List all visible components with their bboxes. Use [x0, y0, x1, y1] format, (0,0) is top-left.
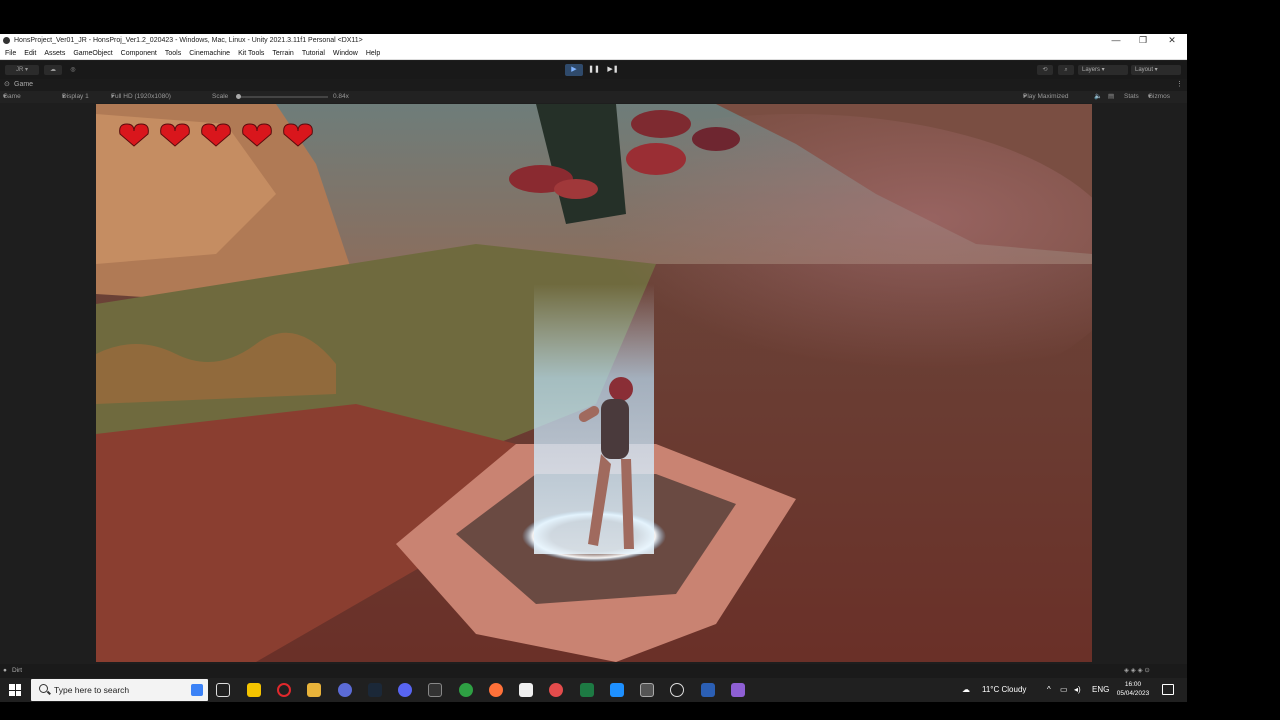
excel-icon[interactable]	[580, 683, 594, 697]
status-text: Dirt	[12, 667, 23, 674]
search-highlight-icon	[191, 684, 203, 696]
taskbar-clock[interactable]: 16:00 05/04/2023	[1113, 680, 1153, 698]
more-menu-icon[interactable]: ⋮	[1176, 79, 1183, 91]
windows-start-icon[interactable]	[9, 684, 21, 696]
unity-editor-window: HonsProject_Ver01_JR - HonsProj_Ver1.2_0…	[0, 34, 1187, 678]
play-maximized-label: Play Maximized	[1023, 93, 1069, 100]
window-title: HonsProject_Ver01_JR - HonsProj_Ver1.2_0…	[14, 37, 363, 44]
windows-taskbar: Type here to search ☁ 11°C Cloudy ^ ▭ ◂)…	[0, 678, 1187, 702]
audio-icon[interactable]: 🔈	[1094, 91, 1102, 103]
weather-text[interactable]: 11°C Cloudy	[982, 678, 1026, 702]
cloud-weather-icon: ☁	[962, 685, 970, 694]
cloud-icon[interactable]: ☁	[44, 65, 62, 75]
scale-slider-handle[interactable]	[236, 94, 241, 99]
menu-edit[interactable]: Edit	[24, 47, 36, 59]
menu-bar: File Edit Assets GameObject Component To…	[0, 47, 1187, 60]
info-icon: ●	[3, 667, 7, 674]
menu-window[interactable]: Window	[333, 47, 358, 59]
stats-icon[interactable]: ▤	[1108, 91, 1114, 103]
mode-dropdown[interactable]: Game ▾	[3, 91, 21, 103]
epic-games-icon[interactable]	[428, 683, 442, 697]
scale-value: 0.84x	[333, 93, 349, 100]
mode-label: Game	[3, 93, 21, 100]
app-icon-2[interactable]	[459, 683, 473, 697]
gamepad-icon: ⊙	[4, 81, 10, 88]
steam-icon[interactable]	[368, 683, 382, 697]
play-maximized-dropdown[interactable]: Play Maximized ▾	[1023, 91, 1069, 103]
minimize-button[interactable]: —	[1104, 34, 1128, 47]
app-icon-3[interactable]	[519, 683, 533, 697]
account-dropdown[interactable]: JR ▾	[5, 65, 39, 75]
screen: HonsProject_Ver01_JR - HonsProj_Ver1.2_0…	[0, 0, 1280, 720]
menu-tools[interactable]: Tools	[165, 47, 181, 59]
game-viewport[interactable]	[96, 104, 1092, 662]
firefox-icon[interactable]	[489, 683, 503, 697]
clock-time: 16:00	[1124, 681, 1142, 688]
layers-dropdown[interactable]: Layers ▾	[1078, 65, 1128, 75]
sticky-notes-icon[interactable]	[247, 683, 261, 697]
taskbar-search-box[interactable]: Type here to search	[31, 679, 208, 701]
discord-icon[interactable]	[398, 683, 412, 697]
menu-help[interactable]: Help	[366, 47, 380, 59]
gizmos-dropdown[interactable]: Gizmos ▾	[1148, 91, 1170, 103]
menu-kit-tools[interactable]: Kit Tools	[238, 47, 264, 59]
chevron-up-icon[interactable]: ^	[1047, 678, 1051, 702]
gizmos-label: Gizmos	[1148, 93, 1171, 100]
resolution-dropdown[interactable]: Full HD (1920x1080) ▾	[111, 91, 171, 103]
file-explorer-icon[interactable]	[307, 683, 321, 697]
menu-gameobject[interactable]: GameObject	[73, 47, 112, 59]
pause-button[interactable]: ❚❚	[585, 64, 603, 76]
display-label: Display 1	[62, 93, 89, 100]
volume-icon[interactable]: ◂)	[1074, 678, 1081, 702]
menu-terrain[interactable]: Terrain	[272, 47, 293, 59]
notifications-icon[interactable]	[1162, 684, 1174, 695]
display-dropdown[interactable]: Display 1 ▾	[62, 91, 89, 103]
resolution-label: Full HD (1920x1080)	[111, 93, 171, 100]
play-button[interactable]: ▶	[565, 64, 583, 76]
close-button[interactable]: ✕	[1160, 34, 1184, 47]
unity-logo-icon	[3, 37, 10, 44]
clock-date: 05/04/2023	[1116, 690, 1150, 697]
collab-icon[interactable]: ◎	[66, 65, 80, 75]
menu-cinemachine[interactable]: Cinemachine	[189, 47, 230, 59]
network-icon[interactable]: ▭	[1060, 678, 1068, 702]
unity-icon[interactable]	[670, 683, 684, 697]
app-icon-5[interactable]	[610, 683, 624, 697]
tab-game[interactable]: ⊙ Game	[4, 79, 33, 91]
search-icon	[39, 684, 48, 693]
task-view-icon[interactable]	[216, 683, 230, 697]
word-icon[interactable]	[701, 683, 715, 697]
status-icons[interactable]: ◈ ◈ ◈ ⊙	[1124, 664, 1150, 678]
scale-label: Scale	[212, 93, 229, 100]
app-icon-1[interactable]	[338, 683, 352, 697]
visual-studio-icon[interactable]	[731, 683, 745, 697]
maximize-button[interactable]: ❐	[1131, 34, 1155, 47]
unity-hub-icon[interactable]	[640, 683, 654, 697]
menu-file[interactable]: File	[5, 47, 16, 59]
game-scene	[96, 104, 1092, 662]
stats-button[interactable]: Stats	[1124, 91, 1139, 103]
step-button[interactable]: ▶❚	[604, 64, 622, 76]
status-bar: ● Dirt ◈ ◈ ◈ ⊙	[0, 664, 1187, 678]
scale-slider-track[interactable]	[238, 96, 328, 98]
history-icon[interactable]: ⟲	[1037, 65, 1053, 75]
tab-game-label: Game	[14, 81, 34, 88]
menu-tutorial[interactable]: Tutorial	[302, 47, 325, 59]
app-icon-4[interactable]	[549, 683, 563, 697]
layout-dropdown[interactable]: Layout ▾	[1131, 65, 1181, 75]
main-toolbar: JR ▾ ☁ ◎ ▶ ❚❚ ▶❚ ⟲ ⌕ Layers ▾ Layout ▾	[0, 61, 1187, 79]
layout-label: Layout	[1135, 67, 1154, 73]
menu-assets[interactable]: Assets	[44, 47, 65, 59]
game-tab-bar: ⊙ Game ⋮	[0, 79, 1187, 91]
search-icon[interactable]: ⌕	[1058, 65, 1074, 75]
language-indicator[interactable]: ENG	[1092, 678, 1109, 702]
layers-label: Layers	[1082, 67, 1101, 73]
search-placeholder: Type here to search	[54, 685, 130, 695]
title-bar: HonsProject_Ver01_JR - HonsProj_Ver1.2_0…	[0, 34, 1187, 47]
menu-component[interactable]: Component	[121, 47, 157, 59]
game-view-toolbar: Game ▾ Display 1 ▾ Full HD (1920x1080) ▾…	[0, 91, 1187, 103]
opera-icon[interactable]	[277, 683, 291, 697]
